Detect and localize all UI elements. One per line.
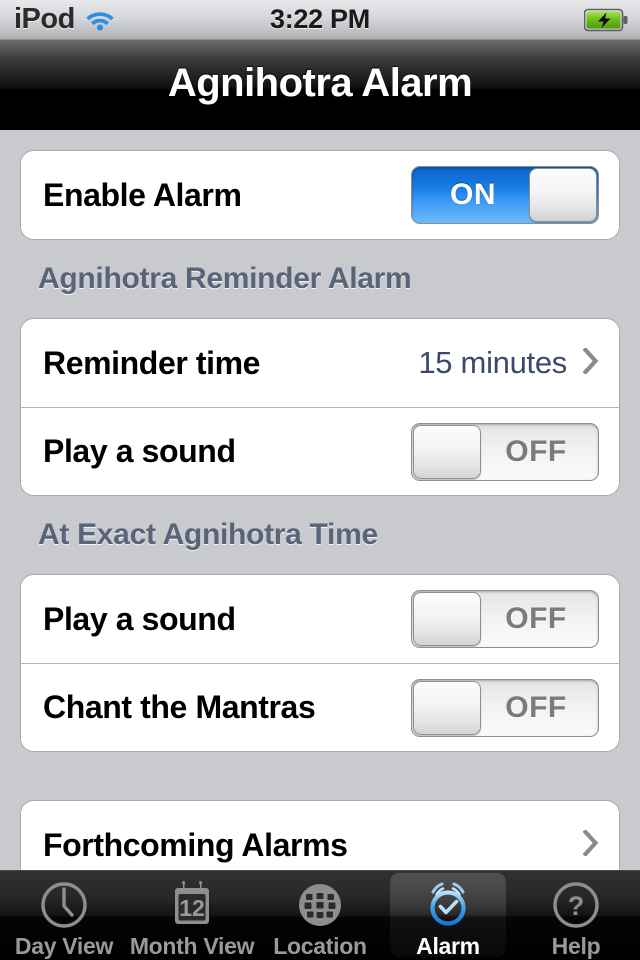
settings-group-forthcoming: Forthcoming Alarms	[20, 800, 620, 870]
exact-play-sound-switch[interactable]: OFF	[411, 590, 599, 648]
status-bar-right	[584, 8, 628, 32]
enable-alarm-row[interactable]: Enable Alarm ON	[21, 151, 619, 239]
reminder-play-sound-row[interactable]: Play a sound OFF	[21, 407, 619, 495]
tab-alarm[interactable]: Alarm	[384, 871, 512, 960]
exact-play-sound-row[interactable]: Play a sound OFF	[21, 575, 619, 663]
chant-mantras-switch[interactable]: OFF	[411, 678, 599, 737]
calendar-icon: 12	[166, 879, 218, 931]
settings-card: Reminder time 15 minutes Play a sound OF…	[20, 318, 620, 496]
settings-group-reminder: Agnihotra Reminder Alarm Reminder time 1…	[20, 240, 620, 496]
svg-text:?: ?	[568, 891, 585, 921]
forthcoming-alarms-row[interactable]: Forthcoming Alarms	[21, 801, 619, 870]
row-label: Reminder time	[43, 344, 261, 381]
switch-state-label: OFF	[505, 602, 567, 635]
switch-knob[interactable]	[413, 592, 481, 646]
globe-icon	[294, 879, 346, 931]
row-label: Play a sound	[43, 433, 236, 469]
status-bar-left: iPod	[0, 3, 115, 36]
tab-month-view[interactable]: 12 Month View	[128, 871, 256, 960]
enable-alarm-switch[interactable]: ON	[411, 166, 599, 224]
tab-label: Alarm	[416, 933, 480, 959]
chant-mantras-row[interactable]: Chant the Mantras OFF	[21, 663, 619, 751]
tab-label: Location	[273, 933, 367, 959]
tab-location[interactable]: Location	[256, 871, 384, 960]
tab-help[interactable]: ? Help	[512, 871, 640, 960]
carrier-label: iPod	[14, 3, 75, 35]
app-screen: iPod 3:22 PM Agnihotra Alarm Enable Alar…	[0, 0, 640, 960]
navigation-bar: Agnihotra Alarm	[0, 40, 640, 130]
row-label: Enable Alarm	[43, 176, 242, 213]
chevron-right-icon	[582, 828, 599, 861]
switch-state-label: ON	[450, 178, 496, 211]
settings-scroll-view[interactable]: Enable Alarm ON Agnihotra Reminder Alarm…	[0, 130, 640, 870]
switch-state-label: OFF	[505, 434, 567, 468]
reminder-time-row[interactable]: Reminder time 15 minutes	[21, 319, 619, 407]
row-label: Forthcoming Alarms	[43, 826, 348, 863]
section-header-reminder: Agnihotra Reminder Alarm	[38, 262, 412, 295]
alarm-clock-icon	[422, 879, 474, 931]
tab-day-view[interactable]: Day View	[0, 871, 128, 960]
calendar-day-number: 12	[179, 895, 205, 921]
settings-group-exact-time: At Exact Agnihotra Time Play a sound OFF…	[20, 496, 620, 752]
question-mark-icon: ?	[550, 879, 602, 931]
status-bar: iPod 3:22 PM	[0, 0, 640, 40]
clock-icon	[38, 879, 90, 931]
switch-knob[interactable]	[529, 168, 597, 222]
settings-group-enable: Enable Alarm ON	[20, 150, 620, 240]
tab-label: Help	[551, 933, 601, 959]
row-label: Play a sound	[43, 600, 236, 637]
wifi-icon	[85, 9, 115, 31]
switch-state-label: OFF	[505, 690, 567, 724]
tab-bar: Day View 12 Month View Location Alarm ? …	[0, 870, 640, 960]
switch-knob[interactable]	[413, 680, 481, 735]
settings-card: Forthcoming Alarms	[20, 800, 620, 870]
chevron-right-icon	[582, 346, 599, 379]
battery-charging-icon	[584, 8, 628, 32]
tab-label: Month View	[129, 933, 255, 959]
settings-card: Play a sound OFF Chant the Mantras OFF	[20, 574, 620, 752]
switch-knob[interactable]	[413, 424, 481, 479]
reminder-time-value: 15 minutes	[418, 345, 567, 380]
reminder-play-sound-switch[interactable]: OFF	[411, 422, 599, 481]
tab-label: Day View	[14, 933, 114, 959]
page-title: Agnihotra Alarm	[167, 60, 473, 105]
settings-card: Enable Alarm ON	[20, 150, 620, 240]
row-label: Chant the Mantras	[43, 689, 316, 725]
section-header-exact-time: At Exact Agnihotra Time	[38, 518, 378, 551]
